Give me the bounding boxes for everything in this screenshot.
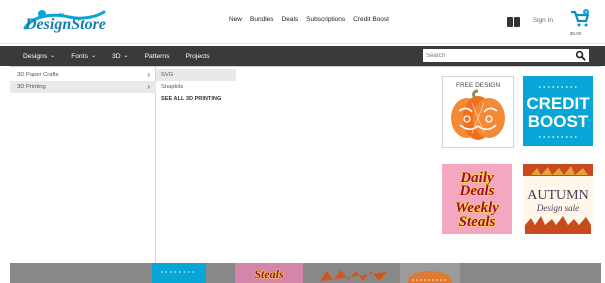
nav-3d[interactable]: 3D ⌄ bbox=[112, 53, 129, 60]
page: DesignStore the New Bundles Deals Subscr… bbox=[0, 0, 605, 283]
blue-product-thumbnail bbox=[152, 263, 206, 283]
design-sale-text: Design sale bbox=[536, 203, 579, 213]
nav-fonts-label: Fonts bbox=[71, 52, 88, 60]
leaf-product-thumbnail bbox=[315, 263, 389, 283]
deals-text: Deals bbox=[459, 183, 495, 199]
see-all-3d-printing-link[interactable]: SEE ALL 3D PRINTING bbox=[156, 93, 236, 105]
search-box[interactable] bbox=[423, 49, 589, 62]
top-nav-credit-boost[interactable]: Credit Boost bbox=[353, 16, 389, 23]
nav-designs[interactable]: Designs ⌄ bbox=[23, 53, 55, 60]
nav-projects[interactable]: Projects bbox=[185, 53, 209, 60]
search-icon[interactable] bbox=[575, 50, 586, 61]
credit-boost-promo[interactable]: CREDIT BOOST bbox=[523, 76, 593, 146]
credit-text: CREDIT bbox=[526, 94, 590, 113]
top-nav-subscriptions[interactable]: Subscriptions bbox=[306, 16, 345, 23]
logo-text: DesignStore bbox=[24, 16, 106, 33]
top-nav-new[interactable]: New bbox=[229, 16, 242, 23]
main-navigation: Designs ⌄ Fonts ⌄ 3D ⌄ Patterns Projects bbox=[0, 46, 605, 66]
chevron-down-icon: ⌄ bbox=[90, 52, 96, 59]
nav-3d-label: 3D bbox=[111, 52, 121, 60]
steals-thumbnail-text: Steals bbox=[254, 267, 284, 281]
free-design-promo[interactable]: FREE DESIGN bbox=[442, 76, 514, 148]
boost-text: BOOST bbox=[528, 112, 589, 131]
category-3d-printing[interactable]: 3D Printing › bbox=[10, 81, 156, 93]
main-nav-items: Designs ⌄ Fonts ⌄ 3D ⌄ Patterns Projects bbox=[23, 46, 210, 66]
nav-fonts[interactable]: Fonts ⌄ bbox=[71, 53, 96, 60]
category-label: 3D Paper Crafts bbox=[17, 72, 59, 78]
top-nav-bundles[interactable]: Bundles bbox=[250, 16, 274, 23]
autumn-text: AUTUMN bbox=[527, 188, 588, 203]
logo-mark-text: the bbox=[59, 12, 64, 16]
steals-text: Steals bbox=[459, 214, 496, 230]
daily-deals-weekly-steals-promo[interactable]: Daily Deals Weekly Steals bbox=[442, 164, 512, 234]
header-tools: Sign In $0.00 bbox=[506, 8, 593, 36]
category-column: 3D Paper Crafts › 3D Printing › bbox=[10, 67, 156, 264]
pumpkin-product-thumbnail bbox=[400, 263, 460, 283]
nav-patterns-label: Patterns bbox=[144, 52, 170, 60]
cart-icon bbox=[570, 9, 590, 27]
site-header: DesignStore the New Bundles Deals Subscr… bbox=[0, 0, 605, 44]
subcategory-svg[interactable]: SVG bbox=[156, 69, 236, 81]
free-design-label: FREE DESIGN bbox=[456, 82, 500, 89]
chevron-right-icon: › bbox=[147, 70, 150, 79]
nav-projects-label: Projects bbox=[185, 52, 210, 60]
chevron-right-icon: › bbox=[147, 82, 150, 91]
background-product-strip: Steals bbox=[10, 263, 601, 283]
nav-patterns[interactable]: Patterns bbox=[145, 53, 170, 60]
cart-total: $0.00 bbox=[570, 31, 582, 36]
top-nav-deals[interactable]: Deals bbox=[282, 16, 299, 23]
cart-button[interactable]: $0.00 bbox=[565, 8, 593, 36]
pink-product-thumbnail: Steals bbox=[235, 263, 303, 283]
subcategory-snapkits[interactable]: Snapkits bbox=[156, 81, 236, 93]
dimmed-page-background bbox=[10, 263, 601, 283]
autumn-design-sale-promo[interactable]: AUTUMN Design sale bbox=[523, 164, 593, 234]
top-navigation: New Bundles Deals Subscriptions Credit B… bbox=[229, 16, 389, 23]
design-store-logo[interactable]: DesignStore the bbox=[18, 8, 110, 36]
3d-dropdown-menu: 3D Paper Crafts › 3D Printing › SVG Snap… bbox=[10, 66, 601, 264]
category-label: 3D Printing bbox=[17, 84, 46, 90]
nav-designs-label: Designs bbox=[23, 52, 48, 60]
search-input[interactable] bbox=[426, 50, 561, 61]
chevron-down-icon: ⌄ bbox=[123, 52, 129, 59]
chevron-down-icon: ⌄ bbox=[50, 52, 56, 59]
compare-icon[interactable] bbox=[506, 17, 521, 27]
sign-in-link[interactable]: Sign In bbox=[533, 17, 553, 24]
category-3d-paper-crafts[interactable]: 3D Paper Crafts › bbox=[10, 69, 156, 81]
